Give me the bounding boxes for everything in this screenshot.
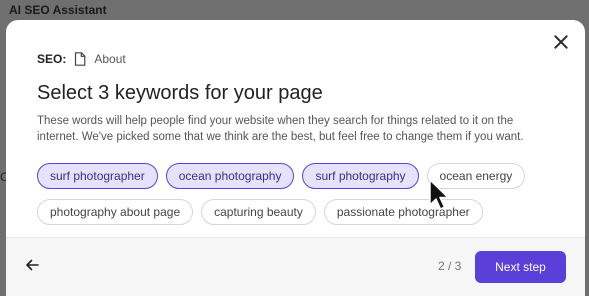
backdrop-app-title: AI SEO Assistant — [9, 3, 107, 17]
close-icon[interactable] — [553, 34, 569, 50]
next-step-button[interactable]: Next step — [475, 251, 566, 283]
page-title: Select 3 keywords for your page — [37, 82, 323, 104]
step-counter: 2 / 3 — [438, 259, 462, 273]
keyword-row-1: surf photographer ocean photography surf… — [37, 163, 557, 189]
breadcrumb: SEO: About — [37, 52, 126, 66]
keyword-chip-surf-photography[interactable]: surf photography — [302, 163, 419, 189]
arrow-left-icon[interactable] — [24, 257, 40, 273]
mouse-cursor-icon — [429, 179, 449, 210]
modal-footer: 2 / 3 Next step — [6, 237, 585, 296]
page-icon — [75, 52, 86, 66]
crumb-page-name: About — [94, 52, 126, 66]
crumb-label: SEO: — [37, 52, 67, 66]
keyword-row-2: photography about page capturing beauty … — [37, 199, 557, 225]
keyword-chip-ocean-photography[interactable]: ocean photography — [165, 163, 295, 189]
keyword-chip-surf-photographer[interactable]: surf photographer — [37, 163, 158, 189]
keyword-chip-capturing-beauty[interactable]: capturing beauty — [201, 199, 316, 225]
keyword-chips: surf photographer ocean photography surf… — [37, 163, 557, 235]
keyword-modal: SEO: About Select 3 keywords for your pa… — [6, 20, 585, 296]
keyword-chip-photography-about-page[interactable]: photography about page — [37, 199, 194, 225]
keyword-chip-passionate-photographer[interactable]: passionate photographer — [323, 199, 483, 225]
description: These words will help people find your w… — [37, 115, 524, 143]
